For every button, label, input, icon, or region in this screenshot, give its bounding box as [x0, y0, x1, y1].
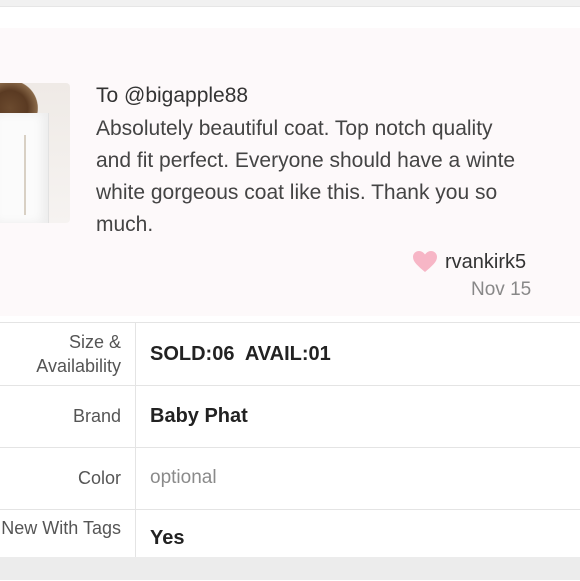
color-value: optional [150, 467, 217, 488]
column-divider [135, 385, 136, 447]
detail-label: Brand [72, 406, 121, 426]
review-recipient: To @bigapple88 [96, 84, 249, 107]
column-divider [135, 447, 136, 509]
coat-zipper [24, 135, 26, 215]
column-divider [135, 323, 136, 385]
detail-label: Size & Availability [36, 332, 121, 376]
size-availability-value[interactable]: SOLD:06 AVAIL:01 [150, 323, 331, 385]
product-thumbnail[interactable] [0, 83, 70, 223]
detail-label: Color [77, 468, 121, 488]
review-text-line: much. [96, 213, 154, 236]
detail-row-brand: Brand Baby Phat [0, 385, 580, 448]
review-text-line: Absolutely beautiful coat. Top notch qua… [96, 117, 493, 140]
detail-label: New With Tags [1, 518, 121, 538]
review-text: Absolutely beautiful coat. Top notch qua… [96, 113, 580, 241]
detail-row-color: Color optional [0, 447, 580, 510]
listing-details-table: Size & Availability SOLD:06 AVAIL:01 Bra… [0, 322, 580, 581]
new-with-tags-value[interactable]: Yes [150, 527, 184, 550]
heart-icon[interactable] [412, 250, 438, 274]
brand-value[interactable]: Baby Phat [150, 385, 248, 447]
detail-row-size: Size & Availability SOLD:06 AVAIL:01 [0, 323, 580, 386]
reviewer-username[interactable]: rvankirk5 [445, 251, 526, 274]
review-text-line: and fit perfect. Everyone should have a … [96, 149, 516, 172]
detail-row-nwt: New With Tags Yes [0, 509, 580, 559]
review-text-line: white gorgeous coat like this. Thank you… [96, 181, 498, 204]
review-date: Nov 15 [471, 279, 532, 300]
column-divider [135, 509, 136, 559]
bottom-edge-strip [0, 557, 580, 580]
top-edge-strip [0, 0, 580, 7]
